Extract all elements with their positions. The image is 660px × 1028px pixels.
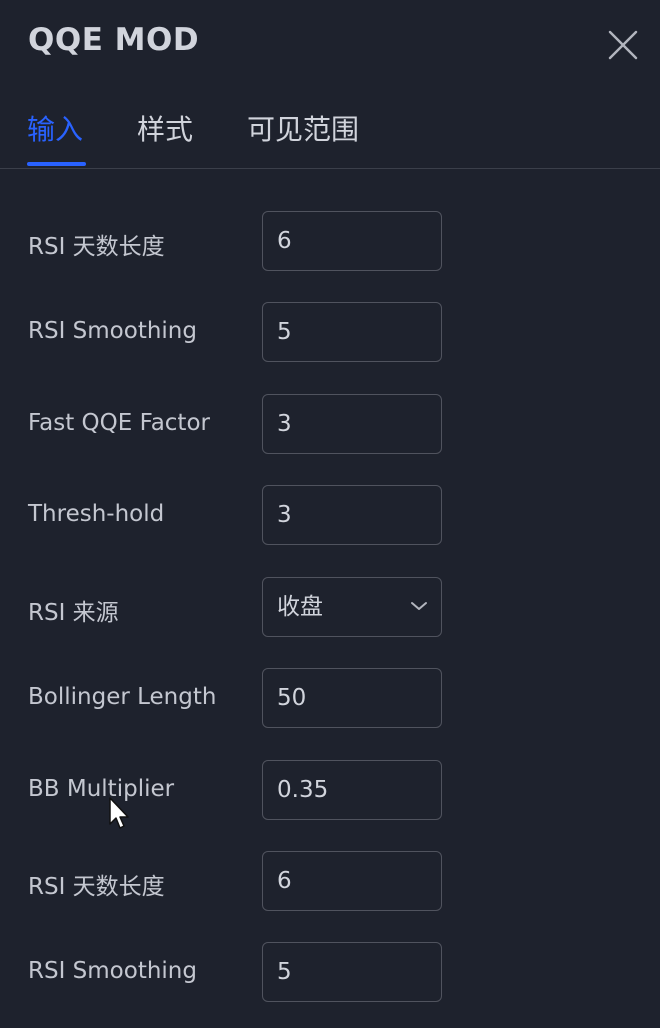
indicator-settings-dialog: QQE MOD 输入 样式 可见范围 RSI 天数长度 6 RSI Smooth… [0,0,660,1028]
rsi-length-2-input[interactable]: 6 [262,851,442,911]
mouse-pointer-icon [109,797,129,829]
input-row-bollinger-length: Bollinger Length 50 [0,668,660,730]
input-row-fast-qqe-factor: Fast QQE Factor 3 [0,394,660,456]
close-icon [608,30,638,60]
input-label: RSI Smoothing [28,958,197,984]
input-label: Fast QQE Factor [28,410,210,436]
input-row-rsi-source: RSI 来源 收盘 [0,577,660,639]
input-row-threshold: Thresh-hold 3 [0,485,660,547]
input-label: RSI 天数长度 [28,874,165,900]
dialog-title: QQE MOD [28,22,200,58]
chevron-down-icon [411,602,427,610]
input-row-rsi-length-2: RSI 天数长度 6 [0,851,660,913]
rsi-length-input[interactable]: 6 [262,211,442,271]
tab-bar: 输入 样式 可见范围 [0,98,660,169]
tab-visibility[interactable]: 可见范围 [247,108,359,148]
tab-style[interactable]: 样式 [137,108,193,148]
threshold-input[interactable]: 3 [262,485,442,545]
bb-multiplier-input[interactable]: 0.35 [262,760,442,820]
tab-inputs[interactable]: 输入 [27,108,83,148]
input-row-rsi-smoothing-2: RSI Smoothing 5 [0,942,660,1004]
active-tab-indicator [27,162,86,166]
input-label: RSI Smoothing [28,318,197,344]
rsi-smoothing-2-input[interactable]: 5 [262,942,442,1002]
input-row-bb-multiplier: BB Multiplier 0.35 [0,760,660,822]
rsi-source-select[interactable]: 收盘 [262,577,442,637]
input-label: BB Multiplier [28,776,175,802]
fast-qqe-factor-input[interactable]: 3 [262,394,442,454]
bollinger-length-input[interactable]: 50 [262,668,442,728]
input-row-rsi-length: RSI 天数长度 6 [0,211,660,273]
input-label: RSI 天数长度 [28,234,165,260]
select-value: 收盘 [277,594,323,620]
input-label: Thresh-hold [28,501,165,527]
input-label: Bollinger Length [28,684,217,710]
close-button[interactable] [604,26,642,64]
rsi-smoothing-input[interactable]: 5 [262,302,442,362]
input-row-rsi-smoothing: RSI Smoothing 5 [0,302,660,364]
input-label: RSI 来源 [28,600,119,626]
